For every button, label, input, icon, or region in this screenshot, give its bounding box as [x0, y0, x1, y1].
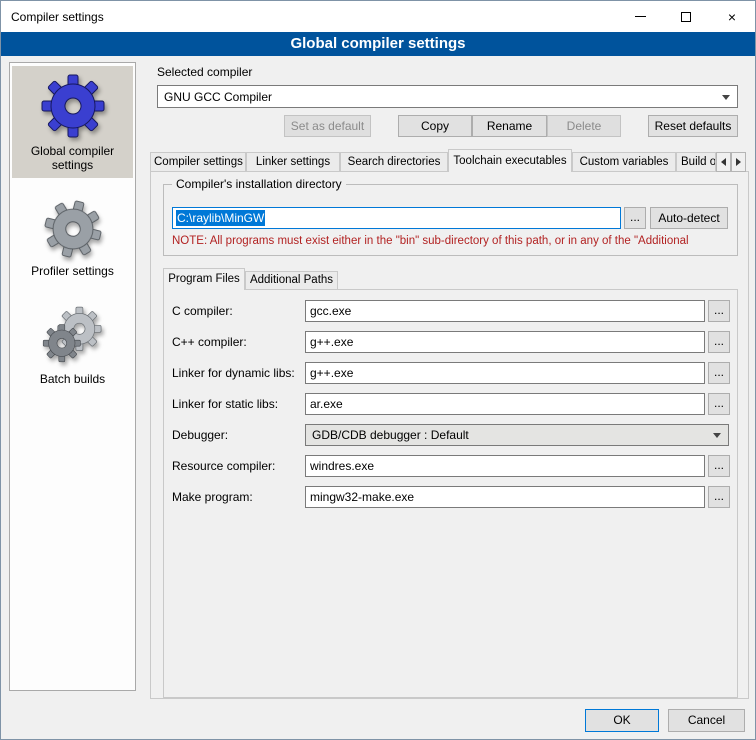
field-row-c-compiler: C compiler: ...	[172, 300, 730, 322]
static-linker-input[interactable]	[305, 393, 705, 415]
field-row-cpp-compiler: C++ compiler: ...	[172, 331, 730, 353]
tab-scroll-right-button[interactable]	[731, 152, 746, 172]
sidebar-item-label: Global compiler settings	[14, 144, 131, 172]
browse-cpp-compiler-button[interactable]: ...	[708, 331, 730, 353]
minimize-icon	[635, 16, 646, 17]
browse-make-program-button[interactable]: ...	[708, 486, 730, 508]
static-linker-label: Linker for static libs:	[172, 393, 305, 415]
set-as-default-button[interactable]: Set as default	[284, 115, 371, 137]
program-files-tab-bar: Program Files Additional Paths	[163, 268, 338, 290]
tab-additional-paths[interactable]: Additional Paths	[245, 271, 338, 290]
debugger-label: Debugger:	[172, 424, 305, 446]
settings-tab-bar: Compiler settings Linker settings Search…	[150, 149, 749, 172]
sidebar-item-batch-builds[interactable]: Batch builds	[12, 298, 133, 392]
field-row-resource-compiler: Resource compiler: ...	[172, 455, 730, 477]
cpp-compiler-input[interactable]	[305, 331, 705, 353]
installation-directory-input[interactable]: C:\raylib\MinGW	[172, 207, 621, 229]
field-row-static-linker: Linker for static libs: ...	[172, 393, 730, 415]
toolchain-executables-panel: Compiler's installation directory C:\ray…	[150, 171, 749, 699]
field-row-make-program: Make program: ...	[172, 486, 730, 508]
auto-detect-button[interactable]: Auto-detect	[650, 207, 728, 229]
rename-button[interactable]: Rename	[472, 115, 547, 137]
double-gear-icon	[41, 306, 105, 366]
dynamic-linker-input[interactable]	[305, 362, 705, 384]
installation-directory-value: C:\raylib\MinGW	[176, 210, 265, 226]
resource-compiler-label: Resource compiler:	[172, 455, 305, 477]
arrow-left-icon	[721, 158, 726, 166]
dynamic-linker-label: Linker for dynamic libs:	[172, 362, 305, 384]
tab-compiler-settings[interactable]: Compiler settings	[150, 152, 246, 172]
make-program-label: Make program:	[172, 486, 305, 508]
reset-defaults-button[interactable]: Reset defaults	[648, 115, 738, 137]
sidebar-item-global-compiler-settings[interactable]: Global compiler settings	[12, 66, 133, 178]
compiler-actions: Set as default Copy Rename Delete Reset …	[157, 115, 738, 137]
resource-compiler-input[interactable]	[305, 455, 705, 477]
compiler-settings-dialog: Compiler settings × Global compiler sett…	[0, 0, 756, 740]
close-icon: ×	[728, 9, 736, 25]
browse-dynamic-linker-button[interactable]: ...	[708, 362, 730, 384]
tab-scroll-left-button[interactable]	[716, 152, 731, 172]
compiler-select-value: GNU GCC Compiler	[164, 90, 272, 104]
tab-program-files[interactable]: Program Files	[163, 268, 245, 290]
c-compiler-label: C compiler:	[172, 300, 305, 322]
sidebar-item-label: Batch builds	[40, 372, 105, 386]
page-title: Global compiler settings	[1, 32, 755, 56]
make-program-input[interactable]	[305, 486, 705, 508]
title-bar[interactable]: Compiler settings ×	[1, 1, 755, 32]
close-button[interactable]: ×	[709, 1, 755, 32]
compiler-select[interactable]: GNU GCC Compiler	[157, 85, 738, 108]
selected-compiler-label: Selected compiler	[157, 65, 252, 79]
arrow-right-icon	[736, 158, 741, 166]
sidebar-item-label: Profiler settings	[31, 264, 114, 278]
blue-gear-icon	[41, 74, 105, 138]
installation-directory-group: Compiler's installation directory C:\ray…	[163, 184, 738, 256]
field-row-debugger: Debugger: GDB/CDB debugger : Default	[172, 424, 729, 446]
gray-gear-icon	[37, 194, 107, 264]
program-files-panel: C compiler: ... C++ compiler: ... Linker…	[163, 289, 738, 698]
tab-linker-settings[interactable]: Linker settings	[246, 152, 340, 172]
installation-note: NOTE: All programs must exist either in …	[172, 235, 730, 247]
debugger-select-value: GDB/CDB debugger : Default	[312, 428, 469, 442]
sidebar-item-profiler-settings[interactable]: Profiler settings	[12, 192, 133, 284]
browse-directory-button[interactable]: ...	[624, 207, 646, 229]
tab-search-directories[interactable]: Search directories	[340, 152, 448, 172]
ok-button[interactable]: OK	[585, 709, 659, 732]
browse-static-linker-button[interactable]: ...	[708, 393, 730, 415]
tab-build-options[interactable]: Build options	[676, 152, 716, 172]
settings-category-list: Global compiler settings Profiler settin…	[9, 62, 136, 691]
field-row-dynamic-linker: Linker for dynamic libs: ...	[172, 362, 730, 384]
cpp-compiler-label: C++ compiler:	[172, 331, 305, 353]
debugger-select[interactable]: GDB/CDB debugger : Default	[305, 424, 729, 446]
window-title: Compiler settings	[1, 10, 617, 24]
chevron-down-icon	[713, 433, 721, 438]
c-compiler-input[interactable]	[305, 300, 705, 322]
chevron-down-icon	[722, 95, 730, 100]
maximize-icon	[681, 12, 691, 22]
delete-button[interactable]: Delete	[547, 115, 621, 137]
minimize-button[interactable]	[617, 1, 663, 32]
cancel-button[interactable]: Cancel	[668, 709, 745, 732]
browse-c-compiler-button[interactable]: ...	[708, 300, 730, 322]
browse-resource-compiler-button[interactable]: ...	[708, 455, 730, 477]
maximize-button[interactable]	[663, 1, 709, 32]
tab-custom-variables[interactable]: Custom variables	[572, 152, 676, 172]
tab-toolchain-executables[interactable]: Toolchain executables	[448, 149, 572, 172]
installation-directory-group-title: Compiler's installation directory	[172, 177, 346, 191]
copy-button[interactable]: Copy	[398, 115, 472, 137]
